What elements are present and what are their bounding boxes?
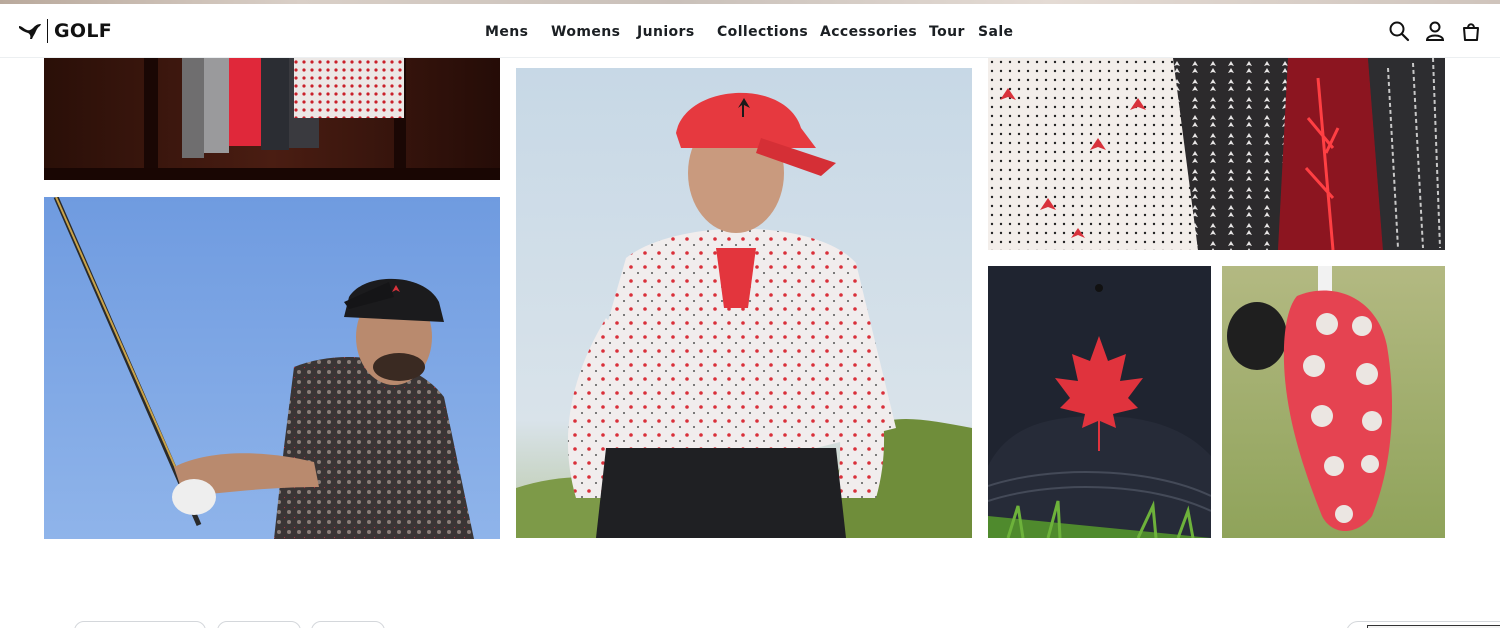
search-icon[interactable] [1388, 20, 1410, 42]
patterned-shirts-closeup-image[interactable] [988, 58, 1445, 250]
corner-widget[interactable] [1346, 621, 1500, 628]
shopping-bag-icon[interactable] [1460, 20, 1482, 42]
nav-item-collections[interactable]: Collections [717, 22, 808, 42]
header-actions [1388, 20, 1482, 42]
nav-item-juniors[interactable]: Juniors [637, 22, 695, 42]
main-navigation: Mens Womens Juniors Collections Accessor… [0, 22, 1500, 42]
nav-item-womens[interactable]: Womens [551, 22, 620, 42]
account-icon[interactable] [1424, 20, 1446, 42]
golfer-swing-image[interactable] [44, 197, 500, 539]
nav-item-tour[interactable]: Tour [929, 22, 965, 42]
filter-pill-1[interactable] [74, 621, 206, 628]
polo-red-cap-image[interactable] [516, 68, 972, 538]
site-header: GOLF Mens Womens Juniors Collections Acc… [0, 4, 1500, 58]
closet-shirts-image[interactable] [44, 58, 500, 180]
nav-item-sale[interactable]: Sale [978, 22, 1013, 42]
filter-pill-2[interactable] [217, 621, 301, 628]
nav-item-accessories[interactable]: Accessories [820, 22, 917, 42]
navy-cap-maple-leaf-image[interactable] [988, 266, 1211, 538]
filter-pill-3[interactable] [311, 621, 385, 628]
nav-item-mens[interactable]: Mens [485, 22, 528, 42]
red-golf-shoe-sole-image[interactable] [1222, 266, 1445, 538]
